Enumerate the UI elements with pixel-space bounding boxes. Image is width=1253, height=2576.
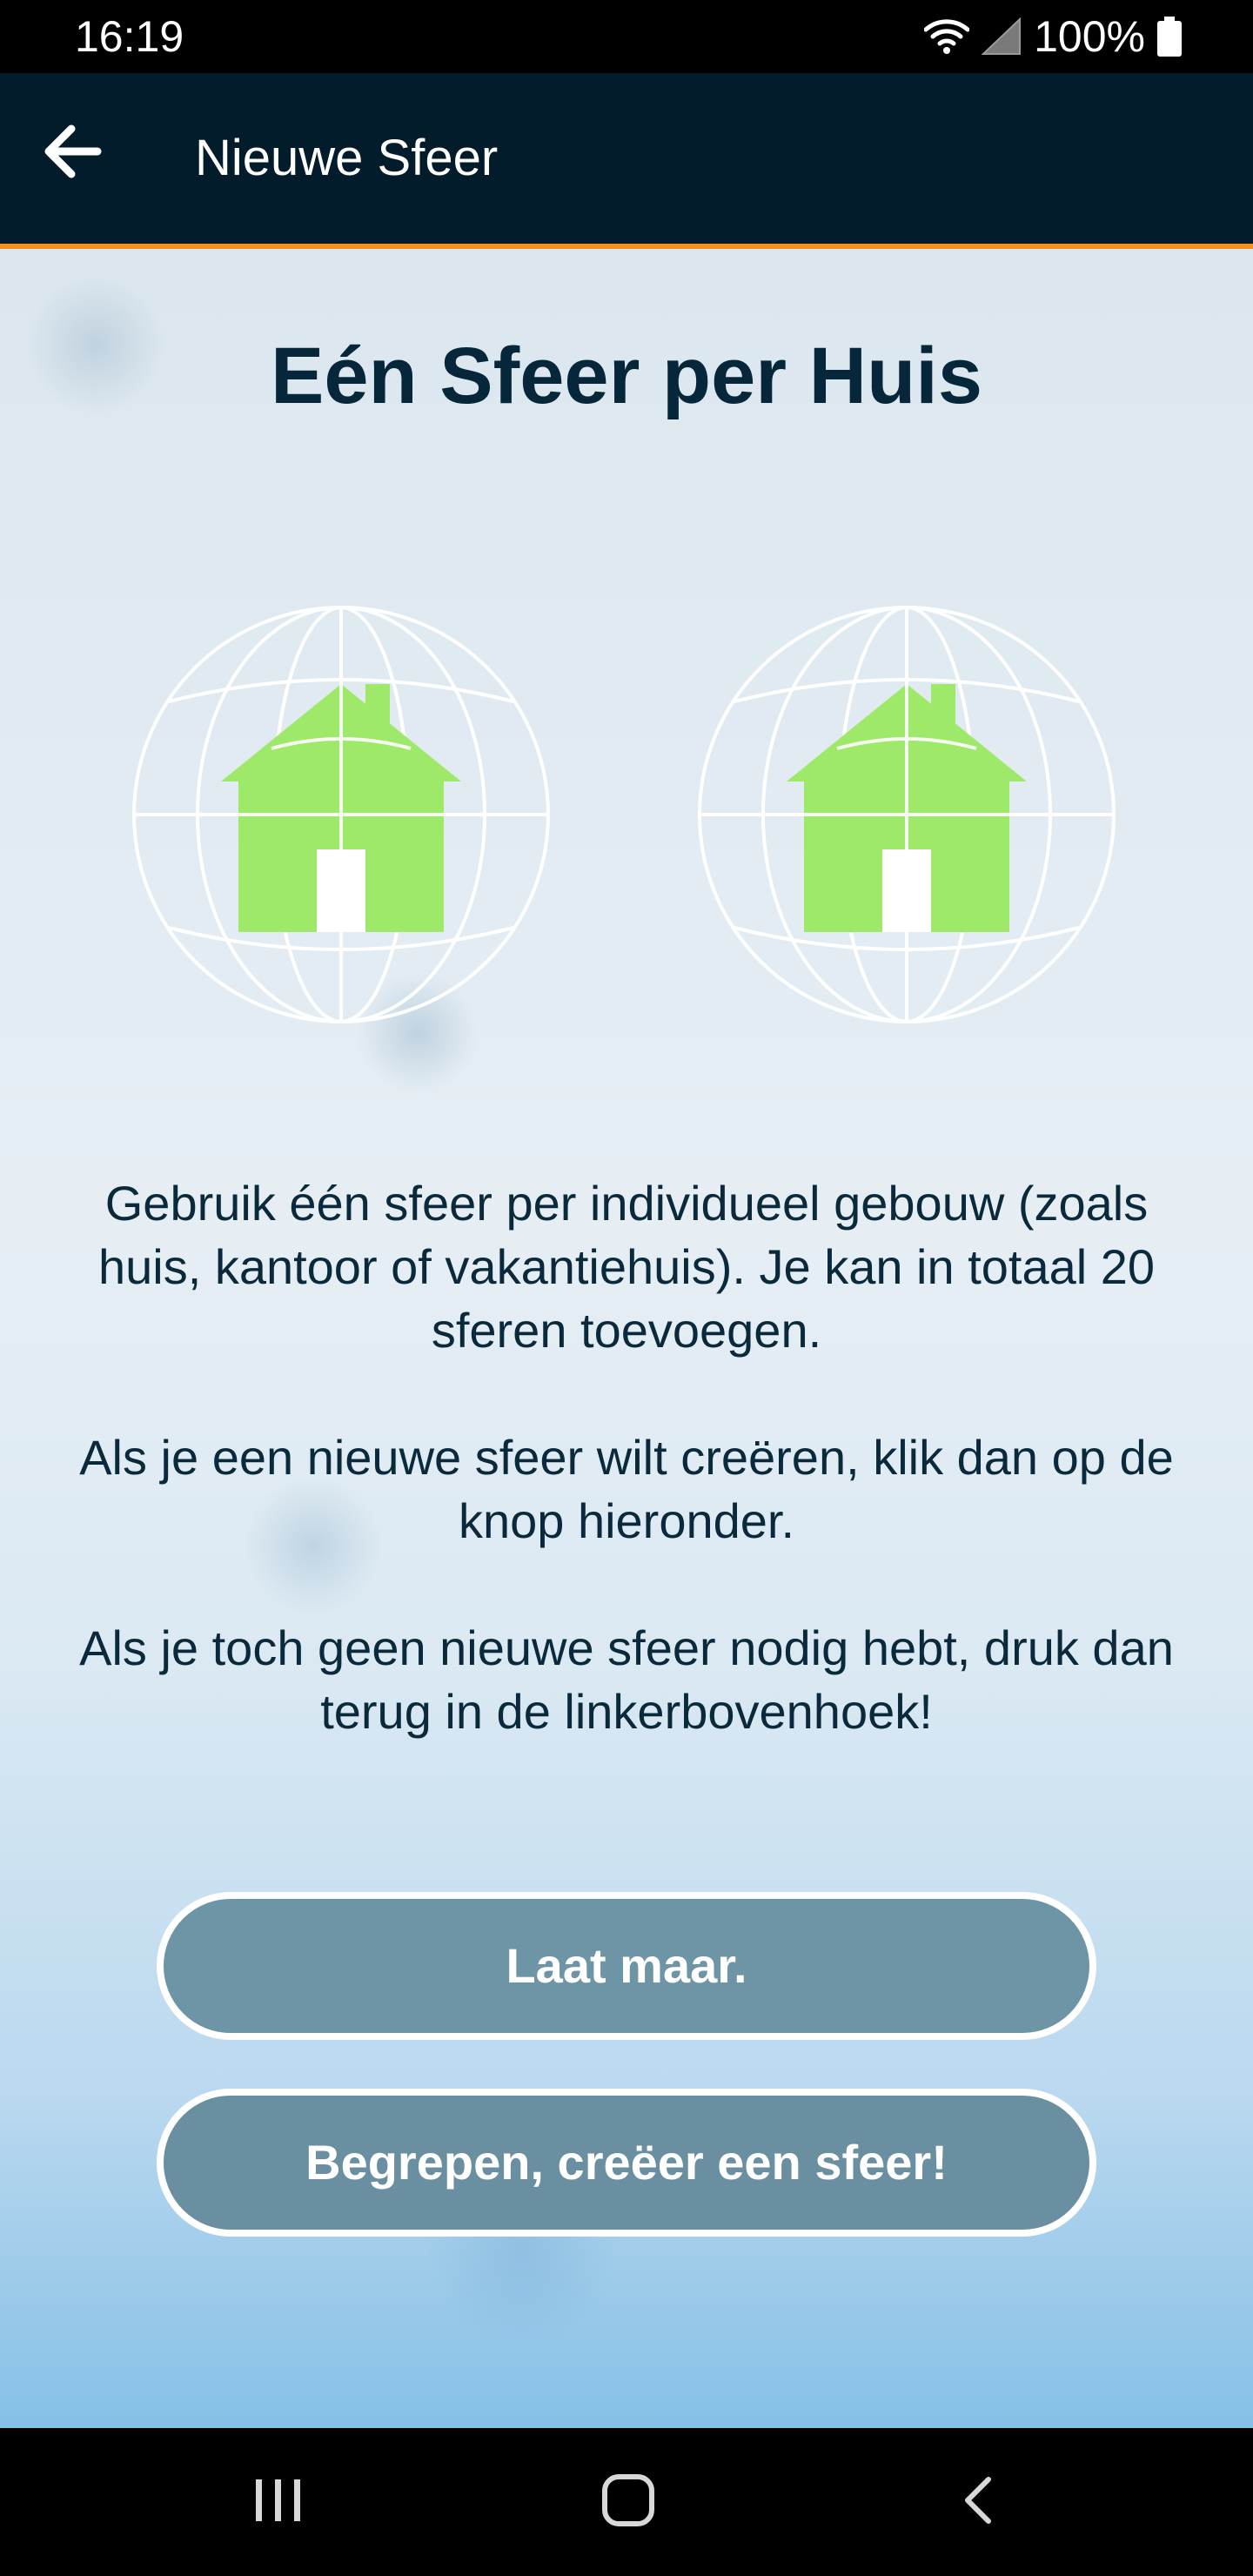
description: Gebruik één sfeer per individueel gebouw… [52,1171,1201,1807]
app-bar-title: Nieuwe Sfeer [195,130,499,186]
recent-apps-icon [252,2478,305,2527]
status-bar: 16:19 100% [0,0,1253,73]
globe-house-icon [124,597,559,1032]
page-title: Eén Sfeer per Huis [270,332,983,420]
wifi-icon [924,17,970,56]
battery-percentage: 100% [1034,12,1145,61]
recent-apps-button[interactable] [235,2459,322,2546]
signal-icon [982,17,1022,56]
home-icon [600,2472,656,2532]
create-sphere-button[interactable]: Begrepen, creëer een sfeer! [157,2089,1096,2237]
main-content: Eén Sfeer per Huis Gebruik één sfeer per… [0,249,1253,2428]
back-icon [959,2474,997,2531]
description-paragraph: Gebruik één sfeer per individueel gebouw… [97,1176,1156,1358]
cancel-button[interactable]: Laat maar. [157,1892,1096,2040]
system-back-button[interactable] [935,2459,1022,2546]
arrow-left-icon [42,124,104,184]
status-time: 16:19 [75,12,184,61]
navigation-bar [0,2428,1253,2576]
description-paragraph: Als je toch geen nieuwe sfeer nodig hebt… [79,1620,1174,1739]
battery-icon [1157,17,1182,57]
description-paragraph: Als je een nieuwe sfeer wilt creëren, kl… [79,1430,1174,1548]
globe-house-icon [689,597,1124,1032]
home-button[interactable] [585,2459,672,2546]
status-icons: 100% [924,10,1182,63]
back-button[interactable] [31,111,115,195]
app-bar: Nieuwe Sfeer [0,73,1253,244]
